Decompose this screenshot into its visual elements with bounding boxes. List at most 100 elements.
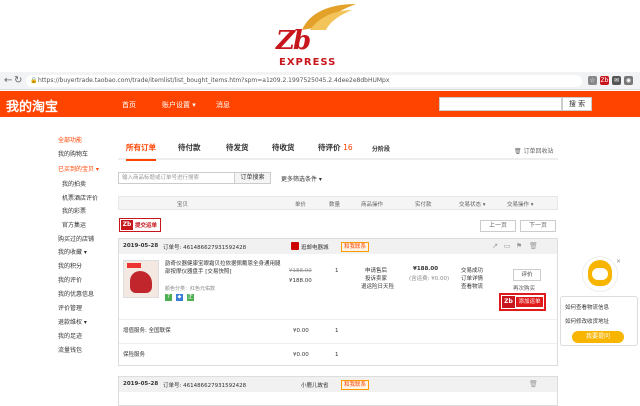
ask-question-button[interactable]: 我要提问 bbox=[572, 331, 624, 343]
service-row-label: 增值服务: 全国联保 bbox=[123, 328, 171, 334]
status-text: 交易成功 bbox=[461, 268, 484, 274]
order-header: 2019-05-28 订单号: 461486627931592428 逛邮电器城… bbox=[119, 239, 557, 254]
sidebar-item[interactable]: 我的收藏 ▾ bbox=[58, 247, 87, 256]
note-icon[interactable]: ▭ bbox=[503, 242, 511, 250]
zb-extension-icon[interactable]: Zb bbox=[600, 76, 609, 85]
after-sale-link[interactable]: 申请售后 bbox=[365, 267, 387, 275]
rebuy-link[interactable]: 再次购买 bbox=[513, 285, 535, 293]
submit-waybill-label: 提交运单 bbox=[135, 223, 158, 229]
sidebar-item[interactable]: 我的积分 bbox=[58, 261, 82, 270]
back-icon[interactable]: ← bbox=[4, 75, 12, 87]
order-tabs: 所有订单 待付款 待发货 待收货 待评价 16 分阶段 bbox=[118, 138, 558, 161]
table-header: 宝贝 单价 数量 商品操作 实付款 交易状态 ▾ 交易操作 ▾ bbox=[118, 196, 558, 210]
search-input[interactable] bbox=[439, 97, 562, 111]
shop-icon bbox=[291, 242, 299, 250]
sidebar-item[interactable]: 购买过的店铺 bbox=[58, 234, 94, 243]
bookmark-star-icon[interactable]: ☆ bbox=[588, 76, 597, 85]
review-button[interactable]: 评价 bbox=[513, 269, 541, 281]
product-spec: 颜色分类：红色元佑款 bbox=[165, 286, 216, 292]
col-item-ops: 商品操作 bbox=[361, 202, 384, 208]
col-status[interactable]: 交易状态 ▾ bbox=[459, 200, 486, 208]
tab-pending-payment[interactable]: 待付款 bbox=[178, 142, 201, 153]
order-date: 2019-05-28 bbox=[123, 243, 159, 249]
sidebar-item[interactable]: 流量钱包 bbox=[58, 345, 82, 354]
order-date: 2019-05-28 bbox=[123, 381, 159, 387]
delete-icon[interactable]: 🗑 bbox=[529, 380, 538, 388]
tab-label: 待评价 bbox=[318, 143, 341, 152]
order-detail-link[interactable]: 订单详情 bbox=[461, 275, 483, 283]
reload-icon[interactable]: ↻ bbox=[14, 75, 22, 87]
nav-account-settings[interactable]: 账户设置 ▾ bbox=[162, 100, 196, 110]
sidebar-item[interactable]: 全部功能 bbox=[58, 135, 82, 144]
tab-all-orders[interactable]: 所有订单 bbox=[126, 142, 156, 161]
logo-zb: Zb bbox=[276, 26, 311, 56]
flag-icon[interactable]: ⚑ bbox=[515, 242, 523, 250]
order-card: 2019-05-28 订单号: 461486627931592428 小鹿儿故省… bbox=[118, 376, 558, 406]
sidebar-item[interactable]: 机票酒店评价 bbox=[62, 193, 98, 202]
order-card: 2019-05-28 订单号: 461486627931592428 逛邮电器城… bbox=[118, 238, 558, 366]
tab-pending-review[interactable]: 待评价 16 bbox=[318, 142, 353, 153]
nav-messages[interactable]: 消息 bbox=[216, 100, 230, 110]
tab-count: 16 bbox=[343, 143, 353, 152]
shop-name[interactable]: 小鹿儿故省 bbox=[301, 381, 329, 389]
product-tags: 7 ◆ 正 bbox=[165, 293, 196, 301]
taobao-header: 我的淘宝 首页 账户设置 ▾ 消息 搜 索 bbox=[0, 91, 640, 117]
col-price: 单价 bbox=[295, 202, 307, 208]
col-item: 宝贝 bbox=[177, 202, 189, 208]
page-title[interactable]: 我的淘宝 bbox=[6, 96, 58, 115]
service-row-qty: 1 bbox=[335, 328, 339, 334]
assistant-question[interactable]: 如何修改收货地址 bbox=[565, 317, 609, 325]
tag-icon: ◆ bbox=[175, 294, 183, 301]
sidebar-item[interactable]: 我的足迹 bbox=[58, 331, 82, 340]
sidebar-item[interactable]: 我的彩票 bbox=[62, 206, 86, 215]
product-image[interactable] bbox=[123, 260, 159, 298]
logo-express: EXPRESS bbox=[279, 57, 337, 68]
assistant-question[interactable]: 如何查看物流信息 bbox=[565, 303, 609, 311]
add-waybill-button[interactable]: Zb 添加运单 bbox=[499, 293, 546, 311]
sidebar-item[interactable]: 官方集运 bbox=[62, 220, 86, 229]
shop-name[interactable]: 逛邮电器城 bbox=[301, 243, 329, 251]
lock-icon: 🔒 bbox=[30, 77, 38, 84]
share-icon[interactable]: ↗ bbox=[491, 242, 499, 250]
logistics-link[interactable]: 查看物流 bbox=[461, 283, 483, 291]
sidebar-item[interactable]: 我的优惠信息 bbox=[58, 289, 94, 298]
col-actions[interactable]: 交易操作 ▾ bbox=[507, 200, 534, 208]
more-filters-link[interactable]: 更多筛选条件 ▾ bbox=[281, 174, 322, 183]
divider bbox=[119, 319, 557, 320]
sidebar-item[interactable]: 我的评价 bbox=[58, 275, 82, 284]
submit-waybill-button[interactable]: Zb 提交运单 bbox=[119, 218, 161, 232]
next-page-button[interactable]: 下一页 bbox=[520, 220, 556, 232]
service-row-price: ¥0.00 bbox=[293, 352, 309, 358]
mail-extension-icon[interactable]: ✉ bbox=[612, 76, 621, 85]
contact-seller-button[interactable]: 和我联系 bbox=[341, 380, 370, 390]
sidebar-item[interactable]: 评价管理 bbox=[58, 303, 82, 312]
sidebar-item[interactable]: 退款维权 ▾ bbox=[58, 317, 87, 326]
product-title[interactable]: 韵奇仪器健康宝眼霜贝拉依据佩戴恩全身通用腿部按摩仪器盘手 [交易快照] bbox=[165, 260, 283, 276]
col-qty: 数量 bbox=[329, 202, 341, 208]
recycle-bin-link[interactable]: 🗑 订单回收站 bbox=[514, 146, 554, 155]
sidebar-item[interactable]: 已买到的宝贝 ▾ bbox=[58, 164, 99, 173]
sidebar-item[interactable]: 我的购物车 bbox=[58, 149, 88, 158]
zb-icon: Zb bbox=[121, 220, 133, 230]
search-button[interactable]: 搜 索 bbox=[562, 97, 592, 111]
nav-home[interactable]: 首页 bbox=[122, 100, 136, 110]
close-icon[interactable]: × bbox=[616, 259, 622, 265]
assistant-mascot-icon[interactable] bbox=[588, 260, 612, 286]
order-search-button[interactable]: 订单搜索 bbox=[234, 172, 271, 184]
original-price: ¥188.00 bbox=[289, 268, 312, 274]
insurance-link[interactable]: 退运险日天险 bbox=[361, 283, 394, 291]
delete-icon[interactable]: 🗑 bbox=[529, 242, 538, 250]
divider bbox=[119, 343, 557, 344]
url-field[interactable]: 🔒 https://buyertrade.taobao.com/trade/it… bbox=[26, 75, 582, 87]
browser-address-bar: ← ↻ 🔒 https://buyertrade.taobao.com/trad… bbox=[0, 72, 640, 90]
complain-link[interactable]: 投诉卖家 bbox=[365, 275, 387, 283]
tab-pending-shipment[interactable]: 待发货 bbox=[226, 142, 249, 153]
tab-staged[interactable]: 分阶段 bbox=[372, 144, 390, 153]
prev-page-button[interactable]: 上一页 bbox=[480, 220, 516, 232]
profile-icon[interactable]: ◉ bbox=[624, 76, 633, 85]
sidebar-item[interactable]: 我的拍卖 bbox=[62, 179, 86, 188]
tag-icon: 正 bbox=[186, 294, 194, 301]
contact-seller-button[interactable]: 和我联系 bbox=[341, 242, 370, 252]
col-paid: 实付款 bbox=[415, 202, 432, 208]
tab-pending-receipt[interactable]: 待收货 bbox=[272, 142, 295, 153]
